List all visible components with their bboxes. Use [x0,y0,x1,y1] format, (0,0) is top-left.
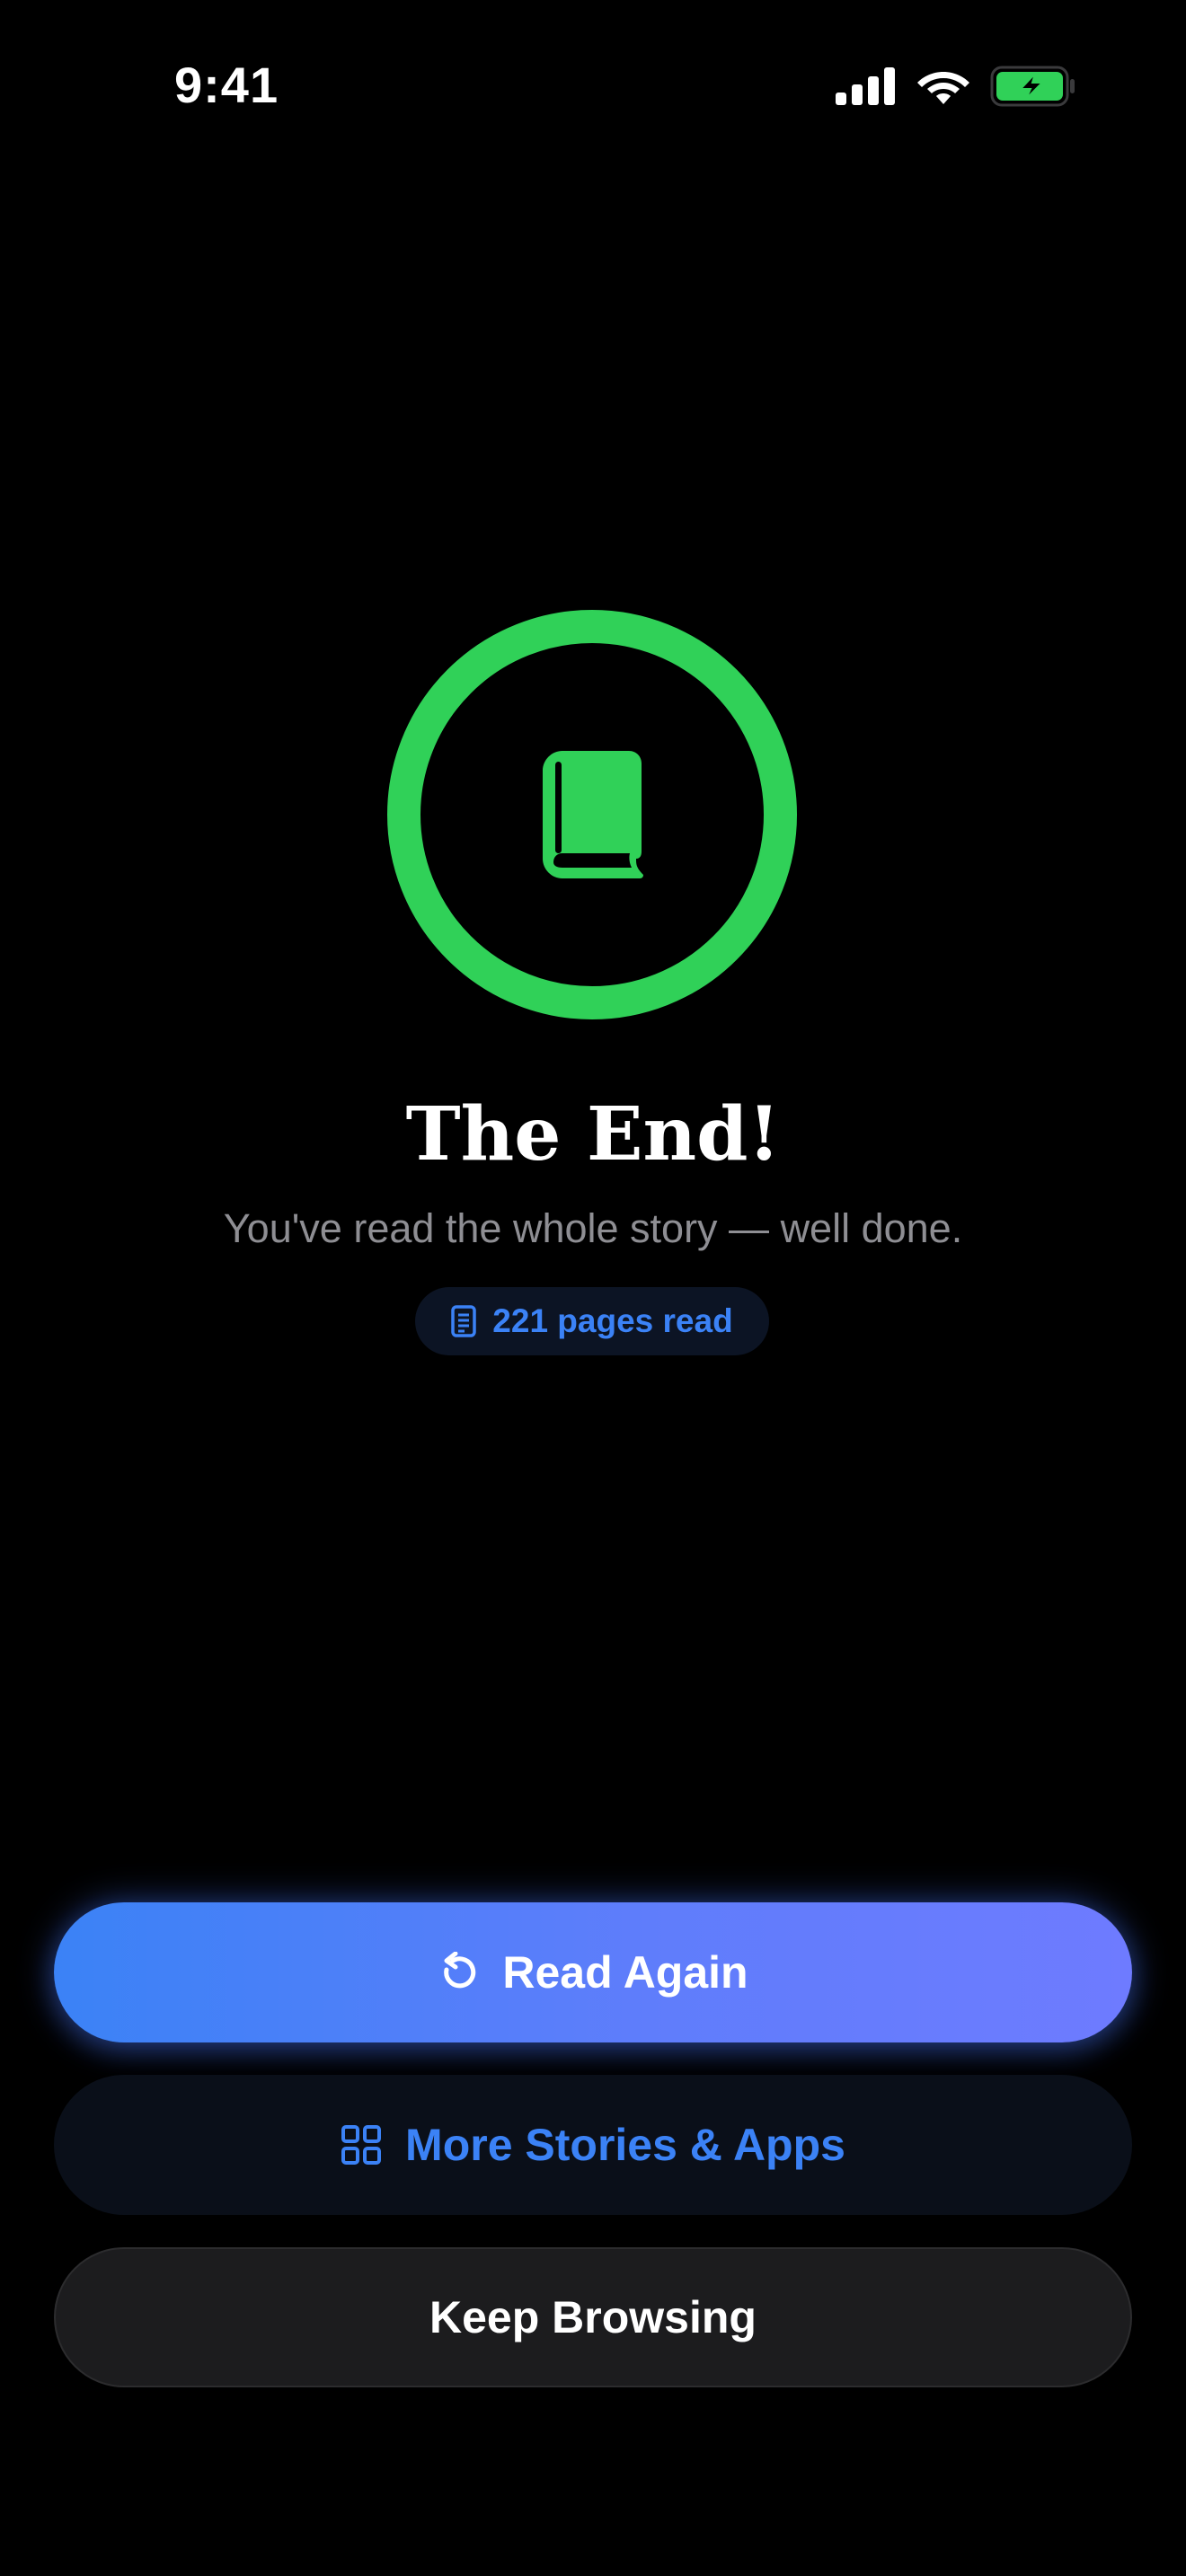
keep-browsing-button[interactable]: Keep Browsing [54,2247,1132,2387]
replay-icon [444,1952,476,1989]
grid-icon [341,2125,382,2165]
completion-title: The End! [405,1091,781,1178]
more-stories-label: More Stories & Apps [405,2120,845,2170]
more-stories-button[interactable]: More Stories & Apps [54,2075,1132,2215]
status-icons [836,63,1076,110]
pages-read-badge: 221 pages read [415,1287,769,1355]
pages-read-label: 221 pages read [492,1302,733,1339]
battery-charging-icon [990,66,1075,107]
completion-subtitle: You've read the whole story — well done. [223,1205,963,1251]
read-again-button[interactable]: Read Again [54,1902,1132,2042]
document-icon [451,1305,477,1337]
keep-browsing-label: Keep Browsing [429,2292,757,2342]
read-again-label: Read Again [502,1947,748,1998]
cellular-signal-icon [836,67,895,105]
book-icon [543,751,643,878]
wifi-icon [917,72,969,104]
status-time: 9:41 [174,57,279,113]
status-bar: 9:41 [0,0,1186,171]
